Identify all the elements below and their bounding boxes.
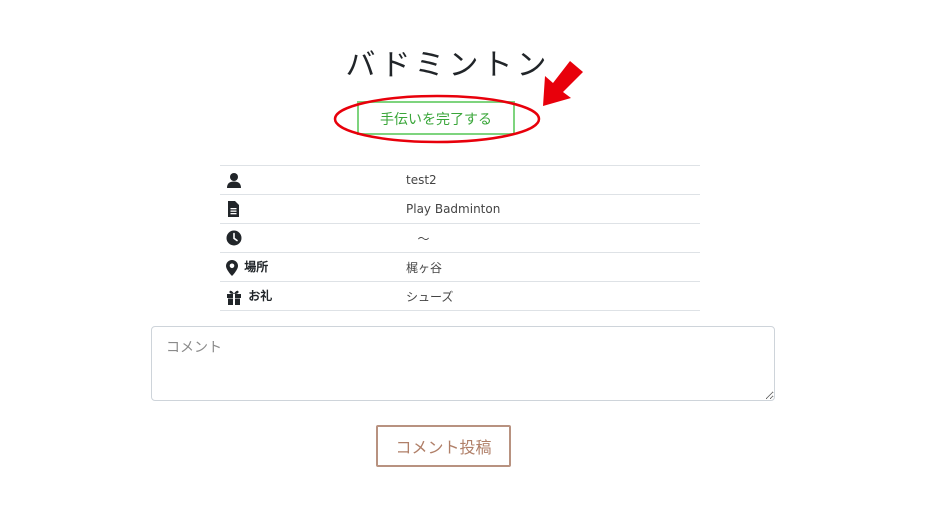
user-value: test2 — [406, 165, 700, 195]
time-text: 〜 — [417, 231, 430, 246]
info-table: test2 Play Badminton 〜 場所 梶ヶ谷 お礼 シューズ — [220, 165, 700, 311]
complete-help-button[interactable]: 手伝いを完了する — [357, 101, 515, 135]
reward-label: お礼 — [220, 281, 406, 311]
page-title: バドミントン — [345, 48, 551, 83]
time-value: 〜 — [406, 223, 700, 253]
description-value: Play Badminton — [406, 194, 700, 224]
gift-icon — [226, 289, 248, 305]
place-label-text: 場所 — [244, 260, 269, 275]
place-value: 梶ヶ谷 — [406, 252, 700, 282]
post-comment-button[interactable]: コメント投稿 — [376, 425, 511, 467]
user-icon — [226, 173, 244, 188]
clock-icon — [226, 230, 244, 246]
file-icon — [226, 201, 242, 217]
table-row: Play Badminton — [220, 194, 700, 224]
page: バドミントン 手伝いを完了する test2 Play Badminton 〜 場… — [0, 0, 929, 530]
table-row: お礼 シューズ — [220, 281, 700, 311]
user-label — [220, 165, 406, 195]
reward-label-text: お礼 — [248, 289, 273, 304]
table-row: test2 — [220, 165, 700, 195]
comment-input[interactable] — [151, 326, 775, 401]
reward-value: シューズ — [406, 281, 700, 311]
table-row: 〜 — [220, 223, 700, 253]
map-marker-icon — [226, 259, 244, 276]
description-label — [220, 194, 406, 224]
table-row: 場所 梶ヶ谷 — [220, 252, 700, 282]
place-label: 場所 — [220, 252, 406, 282]
time-label — [220, 223, 406, 253]
